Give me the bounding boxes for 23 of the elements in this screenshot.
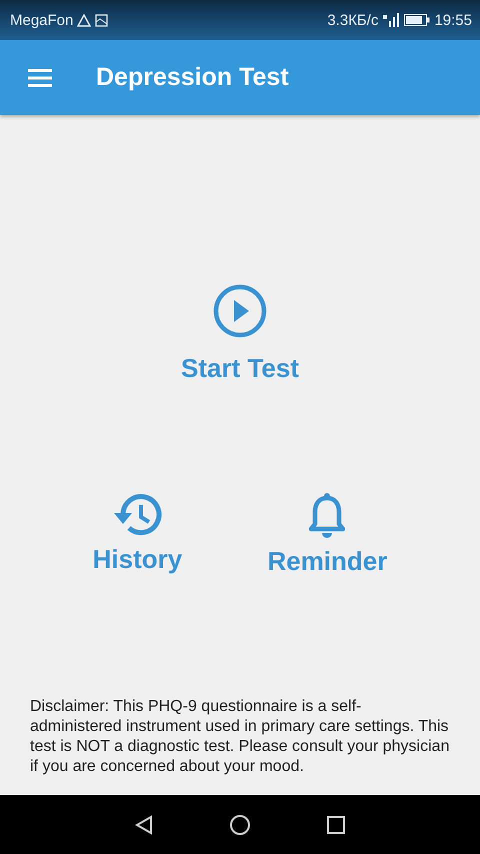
recents-icon [327, 816, 345, 834]
play-icon [212, 283, 268, 339]
history-button[interactable]: History [92, 492, 182, 577]
image-icon [95, 14, 108, 26]
history-icon [111, 492, 164, 538]
back-icon [135, 814, 153, 834]
home-button[interactable] [229, 814, 251, 836]
network-speed: 3.3КБ/с [327, 12, 378, 28]
start-test-button[interactable]: Start Test [181, 283, 299, 384]
signal-icon [382, 13, 400, 27]
home-icon [229, 814, 251, 836]
app-title: Depression Test [96, 63, 289, 92]
menu-icon [28, 68, 52, 86]
carrier-name: MegaFon [10, 12, 74, 28]
warning-icon [77, 14, 92, 26]
menu-button[interactable] [28, 68, 52, 86]
reminder-button[interactable]: Reminder [267, 492, 388, 577]
clock-time: 19:55 [434, 12, 472, 28]
bell-icon [309, 492, 346, 540]
back-button[interactable] [135, 814, 153, 834]
recents-button[interactable] [327, 816, 345, 834]
battery-icon [404, 14, 430, 26]
disclaimer-text: Disclaimer: This PHQ-9 questionnaire is a self-administered instrument used in primary care settings. This test is NOT a diagnostic test. Please consult your physician if you are concerned about your mood. [30, 697, 450, 777]
